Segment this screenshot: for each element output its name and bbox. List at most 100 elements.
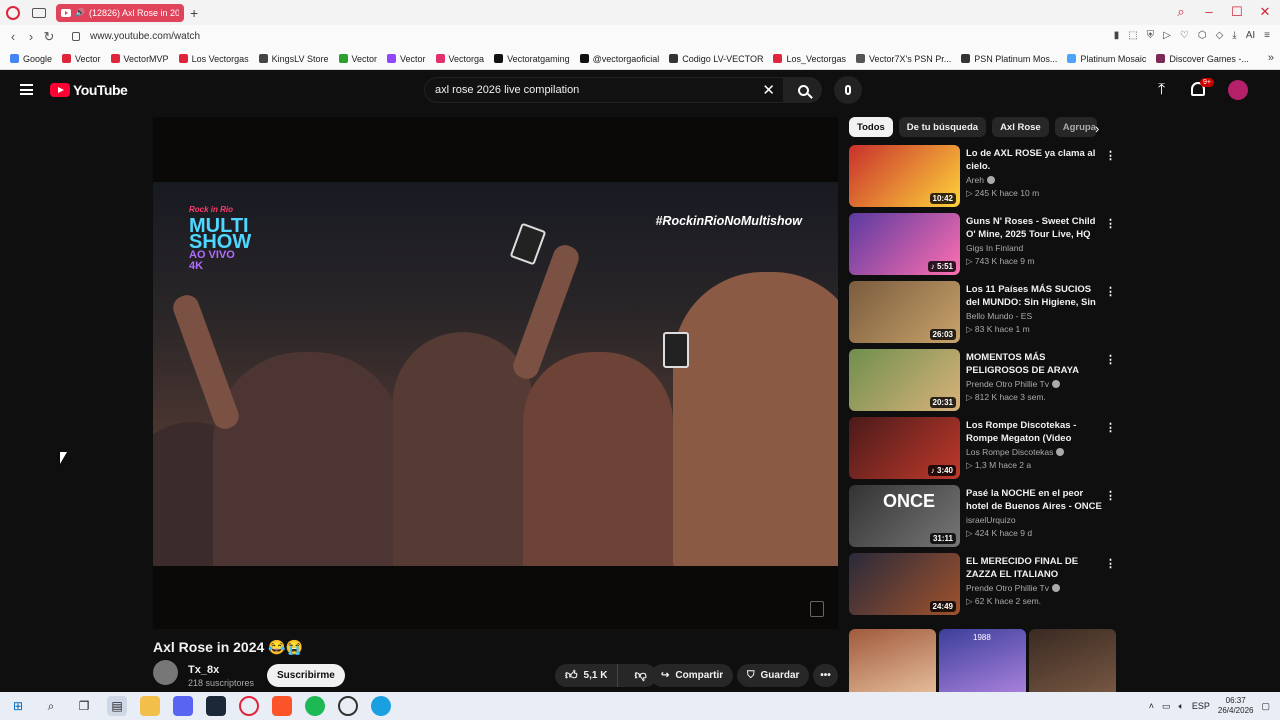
share-button[interactable]: ↪ Compartir xyxy=(651,664,734,687)
recommendation-item[interactable]: 26:03 Los 11 Países MÁS SUCIOS del MUNDO:… xyxy=(849,281,1119,343)
video-thumbnail[interactable]: ♪ 3:40 xyxy=(849,417,960,479)
task-view-icon[interactable]: ❐ xyxy=(74,696,94,716)
file-folder-icon[interactable] xyxy=(140,696,160,716)
like-button[interactable]: 👍︎ 5,1 K xyxy=(555,664,619,687)
clock[interactable]: 06:37 26/4/2026 xyxy=(1218,696,1254,716)
recommendation-channel[interactable]: Prende Otro Phillie Tv xyxy=(966,379,1060,389)
lock-icon[interactable] xyxy=(72,32,80,41)
recommendation-channel[interactable]: Los Rompe Discotekas xyxy=(966,447,1065,457)
subscribe-button[interactable]: Suscribirme xyxy=(267,664,345,687)
bookmark-item[interactable]: Platinum Mosaic xyxy=(1067,54,1146,64)
video-thumbnail[interactable]: 26:03 xyxy=(849,281,960,343)
app-taskbar-icon[interactable] xyxy=(338,696,358,716)
kebab-menu-icon[interactable]: ⋮ xyxy=(1105,557,1116,570)
bookmark-item[interactable]: @vectorgaoficial xyxy=(579,54,659,64)
chip-1[interactable]: De tu búsqueda xyxy=(898,117,987,137)
recommendation-item[interactable]: ♪ 5:51 Guns N' Roses - Sweet Child O' Min… xyxy=(849,213,1119,275)
youtube-logo[interactable]: YouTube xyxy=(50,82,128,98)
kebab-menu-icon[interactable]: ⋮ xyxy=(1105,353,1116,366)
active-tab[interactable]: 🔊 (12826) Axl Rose in 2024 xyxy=(56,3,184,22)
bookmark-item[interactable]: Vectoratgaming xyxy=(494,54,570,64)
short-thumbnail[interactable] xyxy=(1029,629,1116,692)
video-thumbnail[interactable]: 24:49 xyxy=(849,553,960,615)
kebab-menu-icon[interactable]: ⋮ xyxy=(1105,217,1116,230)
save-button[interactable]: ⛉ Guardar xyxy=(737,664,810,687)
tray-overflow-icon[interactable]: ˄ xyxy=(1149,701,1154,711)
recommendation-title[interactable]: Lo de AXL ROSE ya clama al cielo. xyxy=(966,147,1106,173)
recommendation-item[interactable]: 20:31 MOMENTOS MÁS PELIGROSOS DE ARAYA VL… xyxy=(849,349,1119,411)
extensions-icon[interactable]: ⬡ xyxy=(1198,30,1207,41)
shield-icon[interactable]: ⛨ xyxy=(1147,30,1155,41)
chip-2[interactable]: Axl Rose xyxy=(992,117,1049,137)
language-indicator[interactable]: ESP xyxy=(1192,701,1210,711)
more-actions-button[interactable]: ••• xyxy=(813,664,838,687)
bookmark-item[interactable]: Codigo LV-VECTOR xyxy=(669,54,763,64)
short-thumbnail[interactable] xyxy=(849,629,936,692)
recommendation-channel[interactable]: Bello Mundo - ES xyxy=(966,311,1032,321)
recommendation-title[interactable]: Guns N' Roses - Sweet Child O' Mine, 202… xyxy=(966,215,1106,242)
recommendation-title[interactable]: Los Rompe Discotekas - Rompe Megaton (Vi… xyxy=(966,419,1106,446)
upload-icon[interactable]: ⤒ xyxy=(1158,81,1165,99)
windows-start-icon[interactable]: ⊞ xyxy=(8,696,28,716)
steam-icon[interactable] xyxy=(206,696,226,716)
bookmark-item[interactable]: Vector xyxy=(338,54,377,64)
channel-watermark-icon[interactable] xyxy=(810,601,824,617)
recommendation-title[interactable]: MOMENTOS MÁS PELIGROSOS DE ARAYA VLOGS xyxy=(966,351,1106,378)
recommendation-item[interactable]: 10:42 Lo de AXL ROSE ya clama al cielo. Ar… xyxy=(849,145,1119,207)
chip-3[interactable]: Agrupa xyxy=(1054,117,1097,137)
chips-next-arrow-icon[interactable]: › xyxy=(1095,121,1099,136)
recommendation-item[interactable]: ♪ 3:40 Los Rompe Discotekas - Rompe Megat… xyxy=(849,417,1119,479)
bookmark-item[interactable]: PSN Platinum Mos... xyxy=(961,54,1057,64)
search-button[interactable] xyxy=(784,77,822,103)
chip-0[interactable]: Todos xyxy=(849,117,893,137)
video-thumbnail[interactable]: ♪ 5:51 xyxy=(849,213,960,275)
minimize-icon[interactable]: – xyxy=(1202,4,1216,20)
recommendation-channel[interactable]: Gigs In Finland xyxy=(966,243,1023,253)
brave-icon[interactable] xyxy=(272,696,292,716)
opera-taskbar-icon[interactable] xyxy=(239,696,259,716)
close-icon[interactable]: ✕ xyxy=(1258,4,1272,20)
notification-center-icon[interactable]: ▢ xyxy=(1261,701,1270,712)
recommendation-title[interactable]: EL MERECIDO FINAL DE ZAZZA EL ITALIANO xyxy=(966,555,1106,581)
kebab-menu-icon[interactable]: ⋮ xyxy=(1105,421,1116,434)
player-icon[interactable]: ▷ xyxy=(1163,30,1171,41)
kebab-menu-icon[interactable]: ⋮ xyxy=(1105,285,1116,298)
spotify-icon[interactable] xyxy=(305,696,325,716)
channel-name[interactable]: Tx_8x xyxy=(188,664,219,676)
discord-icon[interactable] xyxy=(173,696,193,716)
bookmark-item[interactable]: Vector xyxy=(62,54,101,64)
bookmark-item[interactable]: Los Vectorgas xyxy=(178,54,249,64)
new-tab-plus-icon[interactable]: + xyxy=(190,5,198,21)
video-player[interactable]: Rock in Rio MULTI SHOW AO VIVO 4K #Rocki… xyxy=(153,117,838,629)
explorer-icon[interactable]: ▤ xyxy=(107,696,127,716)
recommendation-title[interactable]: Los 11 Países MÁS SUCIOS del MUNDO: Sin … xyxy=(966,283,1106,310)
video-thumbnail[interactable]: ONCE 31:11 xyxy=(849,485,960,547)
volume-icon[interactable]: 🔈︎ xyxy=(1178,701,1183,712)
kebab-menu-icon[interactable]: ⋮ xyxy=(1105,149,1116,162)
menu-icon[interactable]: ≡ xyxy=(1264,30,1270,41)
search-tabs-icon[interactable]: ⌕ xyxy=(1174,4,1188,20)
recommendation-channel[interactable]: Areh xyxy=(966,175,995,185)
search-input[interactable] xyxy=(435,84,745,96)
kebab-menu-icon[interactable]: ⋮ xyxy=(1105,489,1116,502)
heart-icon[interactable]: ♡ xyxy=(1180,30,1189,41)
video-thumbnail[interactable]: 20:31 xyxy=(849,349,960,411)
maximize-icon[interactable]: ☐ xyxy=(1230,4,1244,20)
edge-icon[interactable] xyxy=(371,696,391,716)
snapshot-icon[interactable]: ⬚ xyxy=(1128,30,1137,41)
opera-logo-icon[interactable] xyxy=(6,5,20,20)
download-icon[interactable]: ⤓ xyxy=(1232,30,1236,41)
forward-arrow-icon[interactable]: › xyxy=(22,29,40,44)
recommendation-channel[interactable]: israelUrquizo xyxy=(966,515,1016,525)
hamburger-menu-icon[interactable] xyxy=(20,84,33,95)
bookmark-item[interactable]: KingsLV Store xyxy=(258,54,329,64)
recommendation-channel[interactable]: Prende Otro Phillie Tv xyxy=(966,583,1060,593)
short-thumbnail[interactable]: 1988 xyxy=(939,629,1026,692)
bookmark-item[interactable]: Los_Vectorgas xyxy=(773,54,846,64)
aria-ai-icon[interactable]: AI xyxy=(1246,30,1255,41)
easy-setup-icon[interactable]: ◇ xyxy=(1216,30,1224,41)
recommendation-item[interactable]: ONCE 31:11 Pasé la NOCHE en el peor hotel … xyxy=(849,485,1119,547)
recommendation-title[interactable]: Pasé la NOCHE en el peor hotel de Buenos… xyxy=(966,487,1106,513)
channel-avatar[interactable] xyxy=(153,660,178,685)
voice-search-button[interactable] xyxy=(834,76,862,104)
